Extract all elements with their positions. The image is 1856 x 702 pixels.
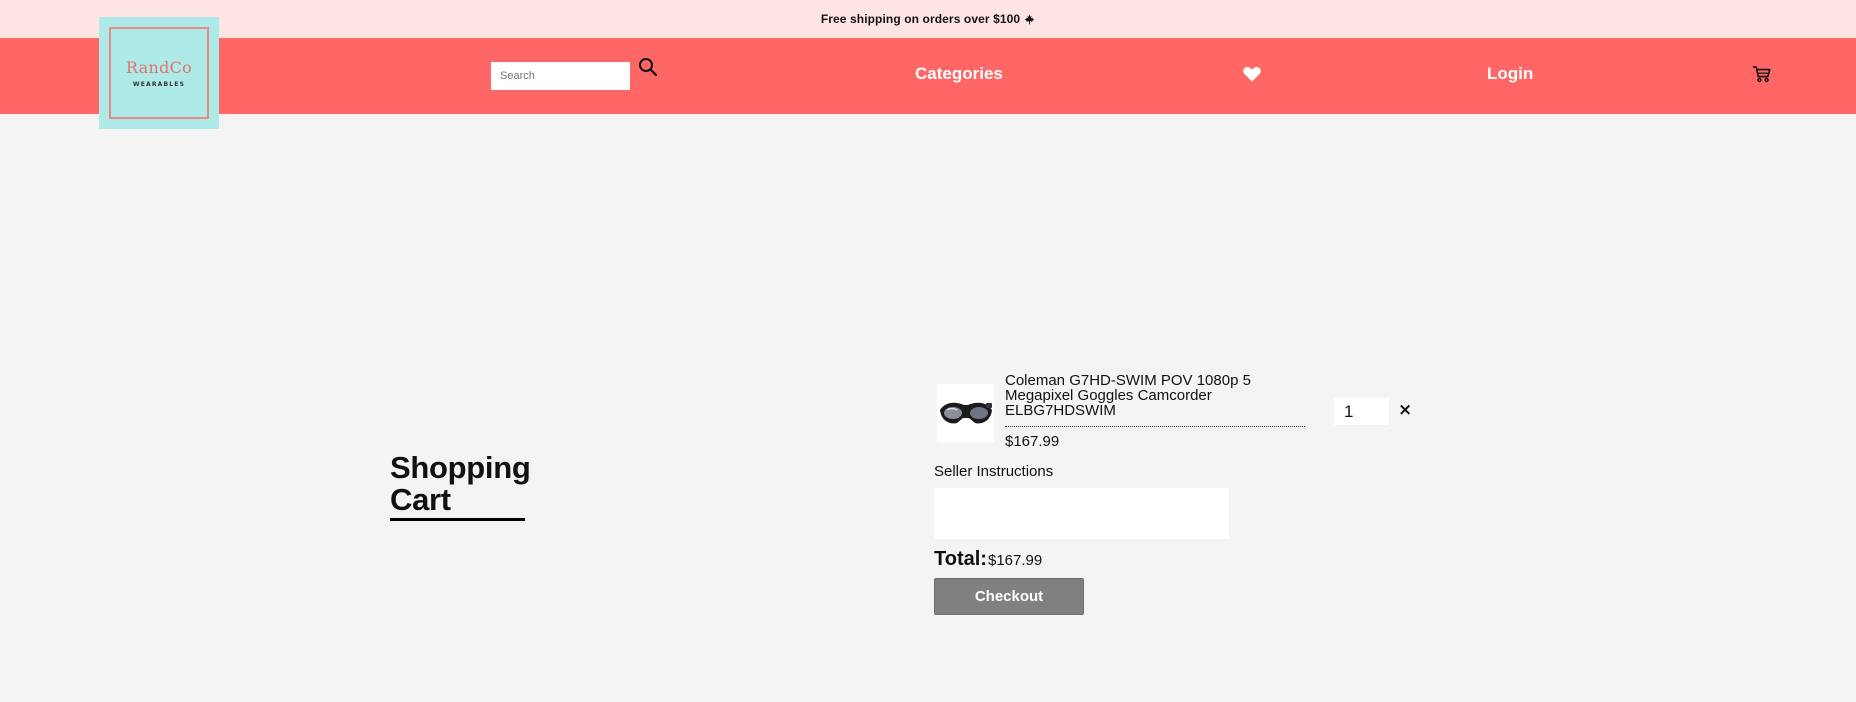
- search-input[interactable]: [491, 62, 630, 90]
- cart-item-name-link[interactable]: Coleman G7HD-SWIM POV 1080p 5 Megapixel …: [1005, 373, 1305, 427]
- cart-item-thumbnail[interactable]: [937, 384, 994, 442]
- logo-sub-text: WEARABLES: [132, 81, 186, 88]
- shopping-cart-icon[interactable]: [1752, 64, 1772, 84]
- page-title: Shopping Cart: [390, 452, 531, 521]
- heart-icon[interactable]: [1242, 64, 1262, 84]
- maple-leaf-icon: [1024, 14, 1035, 24]
- total-label: Total:: [934, 548, 987, 570]
- checkout-button[interactable]: Checkout: [934, 578, 1084, 615]
- cart-item-price: $167.99: [1005, 433, 1060, 450]
- search-icon: [639, 58, 658, 77]
- nav-login-link[interactable]: Login: [1487, 64, 1533, 84]
- cart-item-name-line: Megapixel Goggles Camcorder: [1005, 387, 1212, 404]
- promo-text: Free shipping on orders over $100: [820, 12, 1021, 26]
- logo-frame: RandCo WEARABLES: [109, 27, 209, 119]
- page-title-line2: Cart: [390, 482, 451, 517]
- page-title-line1: Shopping: [390, 450, 531, 485]
- seller-instructions-label: Seller Instructions: [934, 463, 1054, 480]
- cart-item-name-line: Coleman G7HD-SWIM POV 1080p 5: [1005, 372, 1251, 389]
- goggles-camcorder-image: [939, 402, 992, 424]
- site-logo[interactable]: RandCo WEARABLES: [99, 17, 219, 129]
- logo-brand-text: RandCo: [125, 58, 193, 77]
- cart-item-remove-button[interactable]: ×: [1398, 400, 1412, 420]
- seller-instructions-textarea[interactable]: [934, 488, 1229, 539]
- total-value: $167.99: [988, 552, 1043, 569]
- promo-banner: Free shipping on orders over $100: [0, 0, 1856, 38]
- cart-item-quantity-input[interactable]: [1334, 398, 1389, 425]
- search-button[interactable]: [637, 57, 659, 79]
- nav-categories-link[interactable]: Categories: [915, 64, 1003, 84]
- cart-item-name-line: ELBG7HDSWIM: [1005, 402, 1116, 419]
